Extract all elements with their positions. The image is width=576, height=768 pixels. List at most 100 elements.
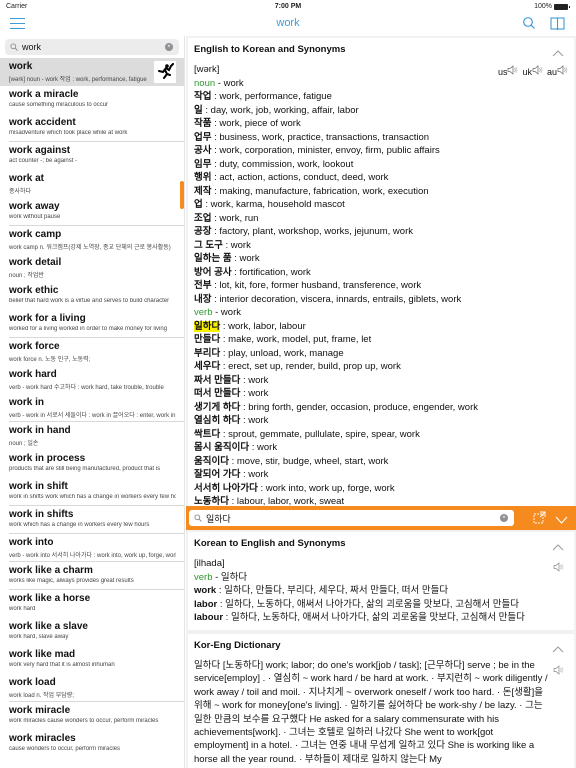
entry-word: work in shifts bbox=[9, 509, 74, 520]
pos-word: - work bbox=[212, 307, 241, 318]
headword[interactable]: 움직이다 bbox=[194, 456, 229, 467]
headword[interactable]: 제작 bbox=[194, 186, 211, 197]
word-list-item[interactable]: work camp work camp n. 워크캠프(강제 노역장, 종교 단… bbox=[0, 226, 184, 254]
word-list-item[interactable]: work in process products that are still … bbox=[0, 450, 184, 478]
chevron-up-icon[interactable] bbox=[552, 44, 564, 62]
word-list-item[interactable]: work like mad work very hard that it is … bbox=[0, 646, 184, 674]
scrollbar[interactable] bbox=[180, 181, 184, 209]
entry-word: work like a slave bbox=[9, 621, 88, 632]
headword[interactable]: 작업 bbox=[194, 91, 211, 102]
headword[interactable]: labour bbox=[194, 612, 223, 623]
chevron-up-icon[interactable] bbox=[552, 640, 564, 658]
headword[interactable]: 공장 bbox=[194, 226, 211, 237]
lookup-input[interactable] bbox=[206, 513, 486, 523]
headword[interactable]: 그 도구 bbox=[194, 240, 223, 251]
headword[interactable]: 만들다 bbox=[194, 334, 220, 345]
word-list-item[interactable]: work like a slave work hard, slave away bbox=[0, 618, 184, 646]
eng-kor-card: English to Korean and Synonyms us uk au [w… bbox=[188, 38, 574, 506]
definition-text: : 일하다, 노동하다, 애써서 나아가다, 삶의 괴로움을 맛보다, 고심해서… bbox=[217, 598, 520, 610]
word-list-item[interactable]: work against act counter -; be against - bbox=[0, 142, 184, 170]
entry-word: work detail bbox=[9, 257, 62, 268]
clear-search-icon[interactable]: × bbox=[165, 43, 173, 51]
battery-icon bbox=[554, 3, 570, 10]
headword[interactable]: 임무 bbox=[194, 159, 211, 170]
headword[interactable]: work bbox=[194, 585, 216, 596]
headword[interactable]: 열심히 하다 bbox=[194, 415, 240, 426]
entry-word: work into bbox=[9, 537, 54, 548]
word-list-item[interactable]: work like a horse work hard bbox=[0, 590, 184, 618]
expand-icon[interactable] bbox=[533, 511, 546, 529]
headword[interactable]: 싹트다 bbox=[194, 429, 220, 440]
entry-word: work miracles bbox=[9, 733, 76, 744]
pos-verb-line: verb - 일하다 bbox=[194, 571, 568, 585]
headword[interactable]: 세우다 bbox=[194, 361, 220, 372]
audio-us-button[interactable]: us bbox=[498, 65, 519, 77]
definition-line: 업 : work, karma, household mascot bbox=[194, 198, 568, 212]
headword[interactable]: 일하다 bbox=[194, 320, 221, 332]
headword[interactable]: 전부 bbox=[194, 280, 211, 291]
word-list-item[interactable]: work a miracle cause something miraculou… bbox=[0, 86, 184, 114]
definition-text: : work into, work up, forge, work bbox=[257, 482, 395, 494]
clear-lookup-icon[interactable]: × bbox=[500, 514, 508, 522]
word-list-item[interactable]: work miracle work miracles cause wonders… bbox=[0, 702, 184, 730]
speaker-icon[interactable] bbox=[553, 662, 564, 680]
kor-eng-card: Korean to English and Synonyms [ilhada] … bbox=[188, 532, 574, 630]
headword[interactable]: 일 bbox=[194, 105, 203, 116]
headword[interactable]: 방어 공사 bbox=[194, 267, 232, 278]
headword[interactable]: 내장 bbox=[194, 294, 211, 305]
headword[interactable]: 업 bbox=[194, 199, 203, 210]
headword[interactable]: 서서히 나아가다 bbox=[194, 483, 258, 494]
speaker-icon[interactable] bbox=[553, 559, 564, 577]
status-bar: Carrier 7:00 PM 100% bbox=[0, 0, 576, 14]
word-list-item[interactable]: work in shift work in shifts work which … bbox=[0, 478, 184, 506]
word-list-item[interactable]: work in shifts work which has a change i… bbox=[0, 506, 184, 534]
chevron-down-icon[interactable] bbox=[555, 512, 568, 530]
audio-uk-button[interactable]: uk bbox=[522, 65, 543, 77]
definition-text: : 일하다, 노동하다, 애써서 나아가다, 삶의 괴로움을 맛보다, 고심해서… bbox=[223, 612, 525, 623]
entry-word: work a miracle bbox=[9, 89, 79, 100]
word-list-item[interactable]: work at 종사하다 bbox=[0, 170, 184, 198]
entry-word: work like a horse bbox=[9, 593, 91, 604]
word-search-input[interactable] bbox=[22, 42, 152, 52]
entry-word: work in shift bbox=[9, 481, 68, 492]
word-list-item[interactable]: work ethic belief that hard work is a vi… bbox=[0, 282, 184, 310]
page-title: work bbox=[276, 17, 300, 29]
definition-text: : play, unload, work, manage bbox=[220, 347, 344, 359]
clock: 7:00 PM bbox=[274, 3, 302, 10]
word-list-item[interactable]: work hard verb - work hard 수고하다 : work h… bbox=[0, 366, 184, 394]
search-icon bbox=[10, 43, 18, 51]
word-list-item[interactable]: work away work without pause bbox=[0, 198, 184, 226]
headword[interactable]: 작품 bbox=[194, 118, 211, 129]
word-list-item[interactable]: work accident misadventure which took pl… bbox=[0, 114, 184, 142]
definition-text: : labour, labor, work, sweat bbox=[228, 496, 345, 506]
word-list-item[interactable]: work detail noun ; 작업반 bbox=[0, 254, 184, 282]
headword[interactable]: 떠서 만들다 bbox=[194, 388, 240, 399]
headword[interactable]: 업무 bbox=[194, 132, 211, 143]
word-list-item[interactable]: work force work force n. 노동 인구, 노동력; bbox=[0, 338, 184, 366]
book-icon[interactable] bbox=[550, 17, 566, 36]
headword[interactable]: 조업 bbox=[194, 213, 211, 224]
word-list-item[interactable]: work load work load n. 작업 부담량; bbox=[0, 674, 184, 702]
word-list-item[interactable]: work in hand noun ; 일손 bbox=[0, 422, 184, 450]
headword[interactable]: 잘되어 가다 bbox=[194, 469, 240, 480]
headword[interactable]: 노동하다 bbox=[194, 496, 229, 506]
word-list-item[interactable]: work like a charm works like magic, alwa… bbox=[0, 562, 184, 590]
headword[interactable]: 생기게 하다 bbox=[194, 402, 240, 413]
headword[interactable]: 부리다 bbox=[194, 348, 220, 359]
word-list-item[interactable]: work miracles cause wonders to occur, pe… bbox=[0, 730, 184, 758]
word-list-item[interactable]: work [wərk] noun - work 작업 : work, perfo… bbox=[0, 58, 184, 86]
word-list-item[interactable]: work into verb - work into 서서히 나아가다 : wo… bbox=[0, 534, 184, 562]
search-icon[interactable] bbox=[522, 16, 536, 35]
headword[interactable]: 짜서 만들다 bbox=[194, 375, 240, 386]
chevron-up-icon[interactable] bbox=[552, 538, 564, 556]
definition-line: 몸시 움직이다 : work bbox=[194, 441, 568, 455]
lookup-bar: × bbox=[186, 506, 576, 530]
word-list-item[interactable]: work in verb - work in 서로서 세들이다 : work i… bbox=[0, 394, 184, 422]
audio-au-button[interactable]: au bbox=[547, 65, 568, 77]
headword[interactable]: 행위 bbox=[194, 172, 211, 183]
headword[interactable]: labor bbox=[194, 599, 217, 610]
headword[interactable]: 공사 bbox=[194, 145, 211, 156]
word-list-item[interactable]: work for a living worked for a living wo… bbox=[0, 310, 184, 338]
headword[interactable]: 일하는 품 bbox=[194, 253, 232, 264]
headword[interactable]: 몸시 움직이다 bbox=[194, 442, 249, 453]
